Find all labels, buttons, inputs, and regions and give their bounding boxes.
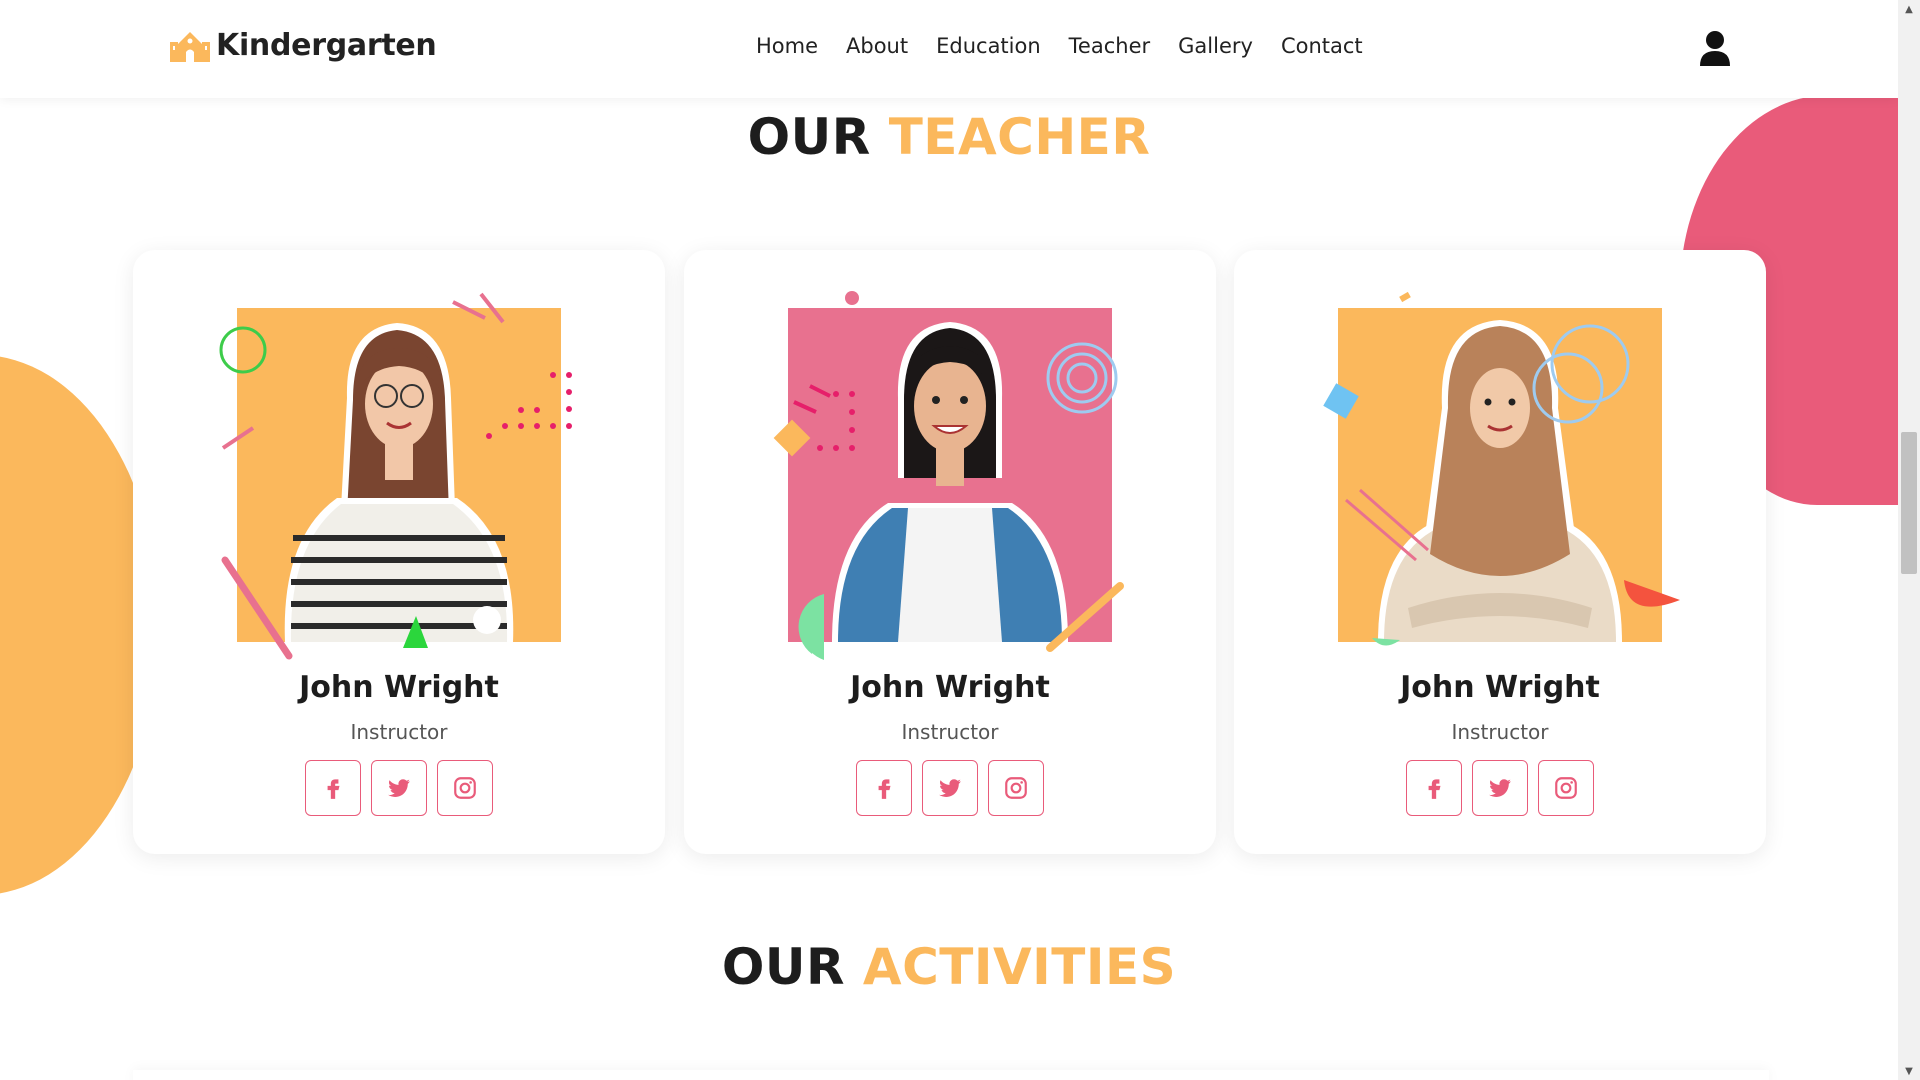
teacher-role: Instructor [1451, 720, 1549, 744]
nav-gallery[interactable]: Gallery [1164, 34, 1267, 58]
social-links [684, 760, 1216, 816]
teacher-card: John Wright Instructor [133, 250, 665, 854]
instagram-icon [1555, 777, 1577, 799]
title-accent-word: ACTIVITIES [862, 938, 1177, 996]
teacher-photo [1323, 291, 1680, 646]
teacher-portrait [284, 323, 514, 642]
facebook-button[interactable] [305, 760, 361, 816]
teacher-card: John Wright Instructor [1234, 250, 1766, 854]
instagram-button[interactable] [988, 760, 1044, 816]
teacher-section-title: OUR TEACHER [0, 108, 1898, 166]
facebook-button[interactable] [856, 760, 912, 816]
instagram-icon [1005, 777, 1027, 799]
teacher-photo [219, 292, 572, 660]
main-nav: Home About Education Teacher Gallery Con… [742, 34, 1377, 58]
scroll-up-arrow-icon[interactable]: ▲ [1898, 0, 1920, 18]
teacher-portrait [1378, 320, 1622, 642]
teacher-photo [773, 291, 1124, 660]
twitter-button[interactable] [1472, 760, 1528, 816]
nav-teacher[interactable]: Teacher [1055, 34, 1164, 58]
instagram-icon [454, 777, 476, 799]
navbar: Kindergarten Home About Education Teache… [0, 0, 1898, 98]
instagram-button[interactable] [437, 760, 493, 816]
instagram-button[interactable] [1538, 760, 1594, 816]
title-dark-word: OUR [721, 938, 845, 996]
twitter-button[interactable] [371, 760, 427, 816]
teacher-portrait [832, 322, 1068, 642]
teacher-name: John Wright [850, 670, 1050, 705]
nav-contact[interactable]: Contact [1267, 34, 1377, 58]
nav-about[interactable]: About [832, 34, 922, 58]
nav-home[interactable]: Home [742, 34, 832, 58]
page: Kindergarten Home About Education Teache… [0, 0, 1920, 1080]
teacher-card: John Wright Instructor [684, 250, 1216, 854]
title-dark-word: OUR [747, 108, 871, 166]
twitter-button[interactable] [922, 760, 978, 816]
nav-education[interactable]: Education [922, 34, 1055, 58]
activities-section-title: OUR ACTIVITIES [0, 938, 1898, 996]
teacher-role: Instructor [350, 720, 448, 744]
page-scrollbar[interactable]: ▲ ▼ [1898, 0, 1920, 1080]
twitter-icon [388, 779, 410, 797]
teacher-name: John Wright [299, 670, 499, 705]
brand-name: Kindergarten [216, 28, 437, 63]
facebook-icon [1428, 779, 1441, 799]
facebook-icon [327, 779, 340, 799]
facebook-icon [878, 779, 891, 799]
social-links [133, 760, 665, 816]
scroll-down-arrow-icon[interactable]: ▼ [1898, 1062, 1920, 1080]
teacher-role: Instructor [901, 720, 999, 744]
twitter-icon [939, 779, 961, 797]
scroll-thumb[interactable] [1901, 432, 1917, 574]
user-account-icon[interactable] [1700, 30, 1730, 66]
school-logo-icon [170, 31, 210, 62]
teacher-name: John Wright [1400, 670, 1600, 705]
brand-logo-link[interactable]: Kindergarten [170, 28, 437, 63]
title-accent-word: TEACHER [888, 108, 1151, 166]
activities-cards-edge [133, 1070, 1769, 1080]
twitter-icon [1489, 779, 1511, 797]
social-links [1234, 760, 1766, 816]
facebook-button[interactable] [1406, 760, 1462, 816]
